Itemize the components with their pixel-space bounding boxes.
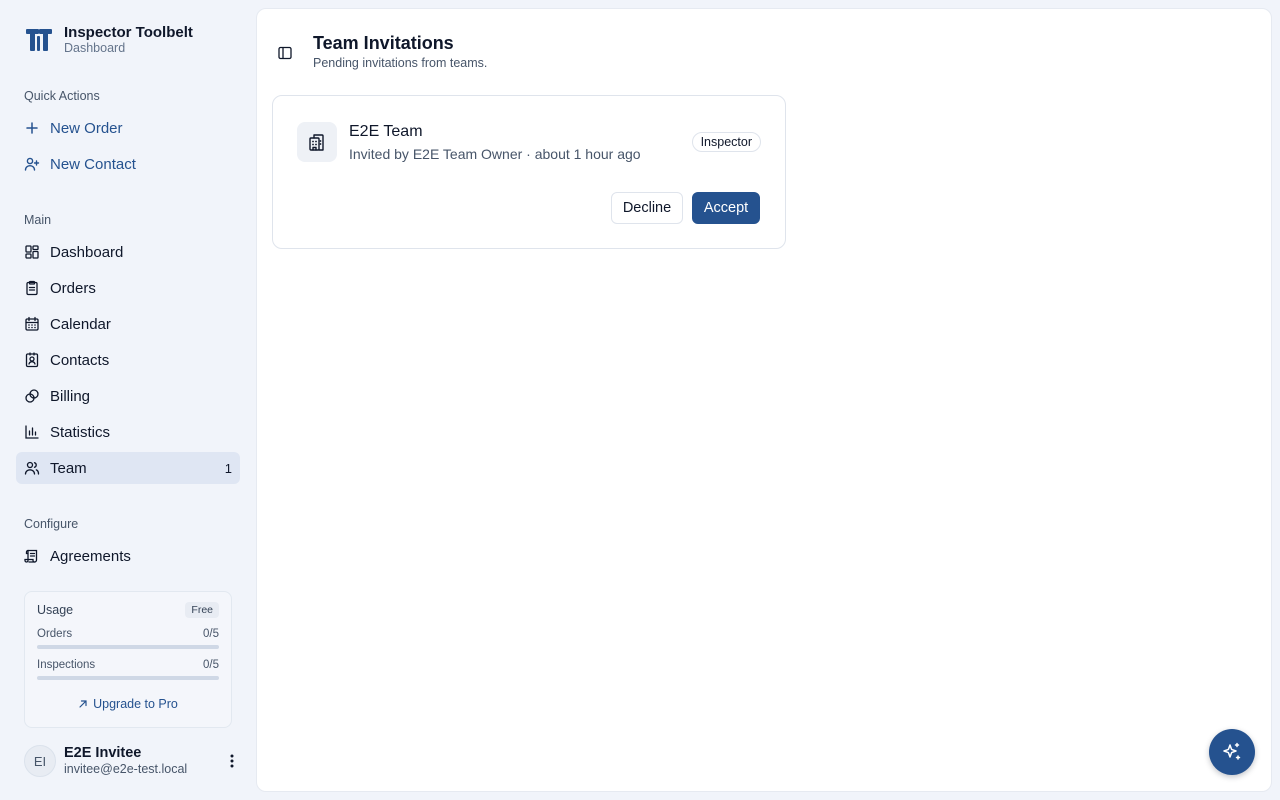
brand-subtitle: Dashboard: [64, 41, 126, 55]
users-icon: [24, 460, 40, 476]
sidebar-item-contacts[interactable]: Contacts: [16, 344, 240, 376]
user-email: invitee@e2e-test.local: [64, 762, 188, 776]
clipboard-icon: [24, 280, 40, 296]
page-subtitle: Pending invitations from teams.: [313, 56, 488, 70]
sparkles-icon: [1223, 742, 1241, 760]
role-badge: Inspector: [691, 132, 761, 152]
plan-badge: Free: [185, 602, 219, 618]
sidebar-item-team[interactable]: Team 1: [16, 452, 240, 484]
new-order-button[interactable]: New Order: [16, 112, 240, 144]
team-count-badge: 1: [224, 460, 232, 476]
sidebar-item-label: Dashboard: [50, 243, 124, 261]
user-menu-button[interactable]: [224, 751, 240, 771]
layout-grid-icon: [24, 244, 40, 260]
user-name: E2E Invitee: [64, 745, 142, 761]
main-section-label: Main: [24, 213, 52, 227]
upgrade-to-pro-link[interactable]: Upgrade to Pro: [37, 697, 219, 711]
sidebar-item-dashboard[interactable]: Dashboard: [16, 236, 240, 268]
user-profile[interactable]: EI E2E Invitee invitee@e2e-test.local: [24, 744, 240, 778]
more-vertical-icon: [230, 754, 234, 768]
building-icon: [297, 122, 337, 162]
meter-track: [37, 645, 219, 649]
upgrade-label: Upgrade to Pro: [93, 697, 178, 711]
main-panel: Team Invitations Pending invitations fro…: [256, 8, 1272, 792]
sidebar-item-label: Statistics: [50, 423, 111, 441]
panel-left-icon: [278, 46, 292, 60]
meter-track: [37, 676, 219, 680]
avatar: EI: [24, 745, 56, 777]
arrow-up-right-icon: [79, 700, 87, 708]
ai-assistant-button[interactable]: [1209, 729, 1255, 775]
sidebar-item-agreements[interactable]: Agreements: [16, 540, 240, 572]
meter-value: 0/5: [203, 628, 219, 640]
bar-chart-icon: [24, 424, 40, 440]
quick-actions-label: Quick Actions: [24, 89, 100, 103]
user-plus-icon: [24, 156, 40, 172]
brand-name: Inspector Toolbelt: [64, 24, 193, 41]
sidebar-item-label: Orders: [50, 279, 96, 297]
sidebar-item-label: Agreements: [50, 547, 131, 565]
coins-icon: [24, 388, 40, 404]
meter-label: Inspections: [37, 659, 96, 671]
usage-card: Usage Free Orders 0/5 Inspections 0/5 Up…: [24, 591, 232, 728]
page-title: Team Invitations: [313, 33, 454, 53]
toolbelt-logo-icon: [26, 29, 52, 51]
team-name: E2E Team: [349, 123, 423, 140]
brand[interactable]: Inspector Toolbelt Dashboard: [24, 24, 193, 56]
contact-card-icon: [24, 352, 40, 368]
invitation-card: E2E Team Invited by E2E Team Owner · abo…: [272, 95, 786, 249]
sidebar-item-label: Calendar: [50, 315, 111, 333]
inspections-meter: Inspections 0/5: [37, 659, 219, 680]
sidebar-item-calendar[interactable]: Calendar: [16, 308, 240, 340]
invitation-meta: Invited by E2E Team Owner · about 1 hour…: [349, 146, 641, 162]
accept-button[interactable]: Accept: [692, 192, 760, 224]
scroll-icon: [24, 548, 40, 564]
new-contact-label: New Contact: [50, 155, 136, 173]
calendar-icon: [24, 316, 40, 332]
sidebar-toggle-button[interactable]: [275, 43, 295, 63]
plus-icon: [24, 120, 40, 136]
sidebar-item-statistics[interactable]: Statistics: [16, 416, 240, 448]
new-contact-button[interactable]: New Contact: [16, 148, 240, 180]
sidebar: Inspector Toolbelt Dashboard Quick Actio…: [0, 0, 256, 800]
sidebar-item-label: Contacts: [50, 351, 110, 369]
sidebar-item-label: Team: [50, 459, 87, 477]
decline-button[interactable]: Decline: [611, 192, 683, 224]
meter-value: 0/5: [203, 659, 219, 671]
sidebar-item-billing[interactable]: Billing: [16, 380, 240, 412]
orders-meter: Orders 0/5: [37, 628, 219, 649]
sidebar-item-orders[interactable]: Orders: [16, 272, 240, 304]
usage-title: Usage: [37, 603, 74, 617]
configure-section-label: Configure: [24, 517, 79, 531]
sidebar-item-label: Billing: [50, 387, 91, 405]
new-order-label: New Order: [50, 119, 123, 137]
meter-label: Orders: [37, 628, 73, 640]
